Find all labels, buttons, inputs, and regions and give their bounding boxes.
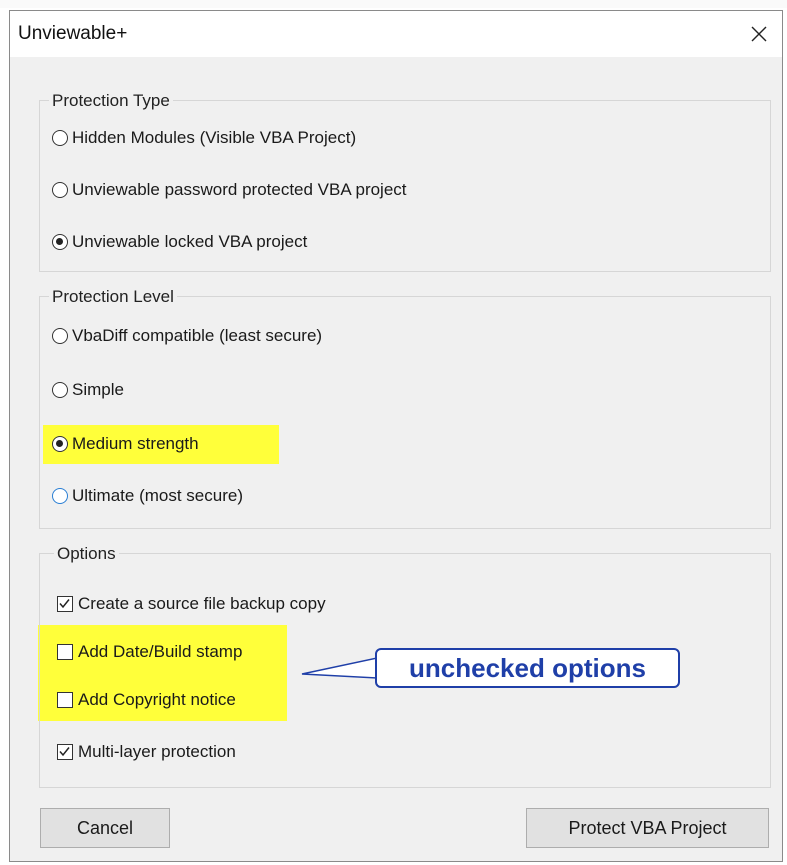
- protection-level-label: Protection Level: [49, 287, 177, 307]
- cancel-button[interactable]: Cancel: [40, 808, 170, 848]
- radio-circle-selected[interactable]: [52, 234, 68, 250]
- unviewable-dialog: Unviewable+ Protection Type Hidden Modul…: [9, 10, 783, 862]
- radio-label: Unviewable locked VBA project: [72, 232, 308, 251]
- checkbox-date-build-stamp[interactable]: Add Date/Build stamp: [57, 639, 242, 665]
- radio-label: Unviewable password protected VBA projec…: [72, 180, 407, 199]
- annotation-callout: unchecked options: [375, 648, 680, 688]
- options-label: Options: [54, 544, 119, 564]
- radio-circle-selected[interactable]: [52, 436, 68, 452]
- checkbox-backup-copy[interactable]: Create a source file backup copy: [57, 591, 326, 617]
- checkbox-box[interactable]: [57, 596, 73, 612]
- radio-unviewable-password[interactable]: Unviewable password protected VBA projec…: [52, 177, 407, 203]
- close-button[interactable]: [736, 11, 782, 57]
- checkmark-icon: [59, 747, 70, 757]
- checkbox-box[interactable]: [57, 692, 73, 708]
- checkbox-label: Multi-layer protection: [78, 742, 236, 761]
- radio-label: Ultimate (most secure): [72, 486, 243, 505]
- radio-simple[interactable]: Simple: [52, 377, 124, 403]
- checkbox-box[interactable]: [57, 644, 73, 660]
- radio-vbadiff-compatible[interactable]: VbaDiff compatible (least secure): [52, 323, 322, 349]
- checkbox-copyright-notice[interactable]: Add Copyright notice: [57, 687, 236, 713]
- radio-circle[interactable]: [52, 182, 68, 198]
- radio-label: Hidden Modules (Visible VBA Project): [72, 128, 357, 147]
- background-strip: [0, 0, 787, 8]
- radio-circle[interactable]: [52, 130, 68, 146]
- checkbox-label: Add Copyright notice: [78, 690, 236, 709]
- checkbox-multi-layer[interactable]: Multi-layer protection: [57, 739, 236, 765]
- checkbox-label: Create a source file backup copy: [78, 594, 326, 613]
- protection-type-label: Protection Type: [49, 91, 173, 111]
- checkbox-label: Add Date/Build stamp: [78, 642, 243, 661]
- radio-circle[interactable]: [52, 328, 68, 344]
- annotation-text: unchecked options: [409, 652, 646, 683]
- radio-unviewable-locked[interactable]: Unviewable locked VBA project: [52, 229, 307, 255]
- radio-medium-strength[interactable]: Medium strength: [52, 431, 199, 457]
- protect-vba-project-button[interactable]: Protect VBA Project: [526, 808, 769, 848]
- window-title: Unviewable+: [18, 23, 128, 44]
- radio-ultimate[interactable]: Ultimate (most secure): [52, 483, 243, 509]
- radio-circle[interactable]: [52, 488, 68, 504]
- close-icon: [751, 26, 767, 42]
- checkbox-box[interactable]: [57, 744, 73, 760]
- checkmark-icon: [59, 599, 70, 609]
- title-bar: Unviewable+: [10, 11, 782, 57]
- radio-circle[interactable]: [52, 382, 68, 398]
- radio-label: Simple: [72, 380, 124, 399]
- radio-hidden-modules[interactable]: Hidden Modules (Visible VBA Project): [52, 125, 356, 151]
- radio-label: Medium strength: [72, 434, 199, 453]
- radio-label: VbaDiff compatible (least secure): [72, 326, 323, 345]
